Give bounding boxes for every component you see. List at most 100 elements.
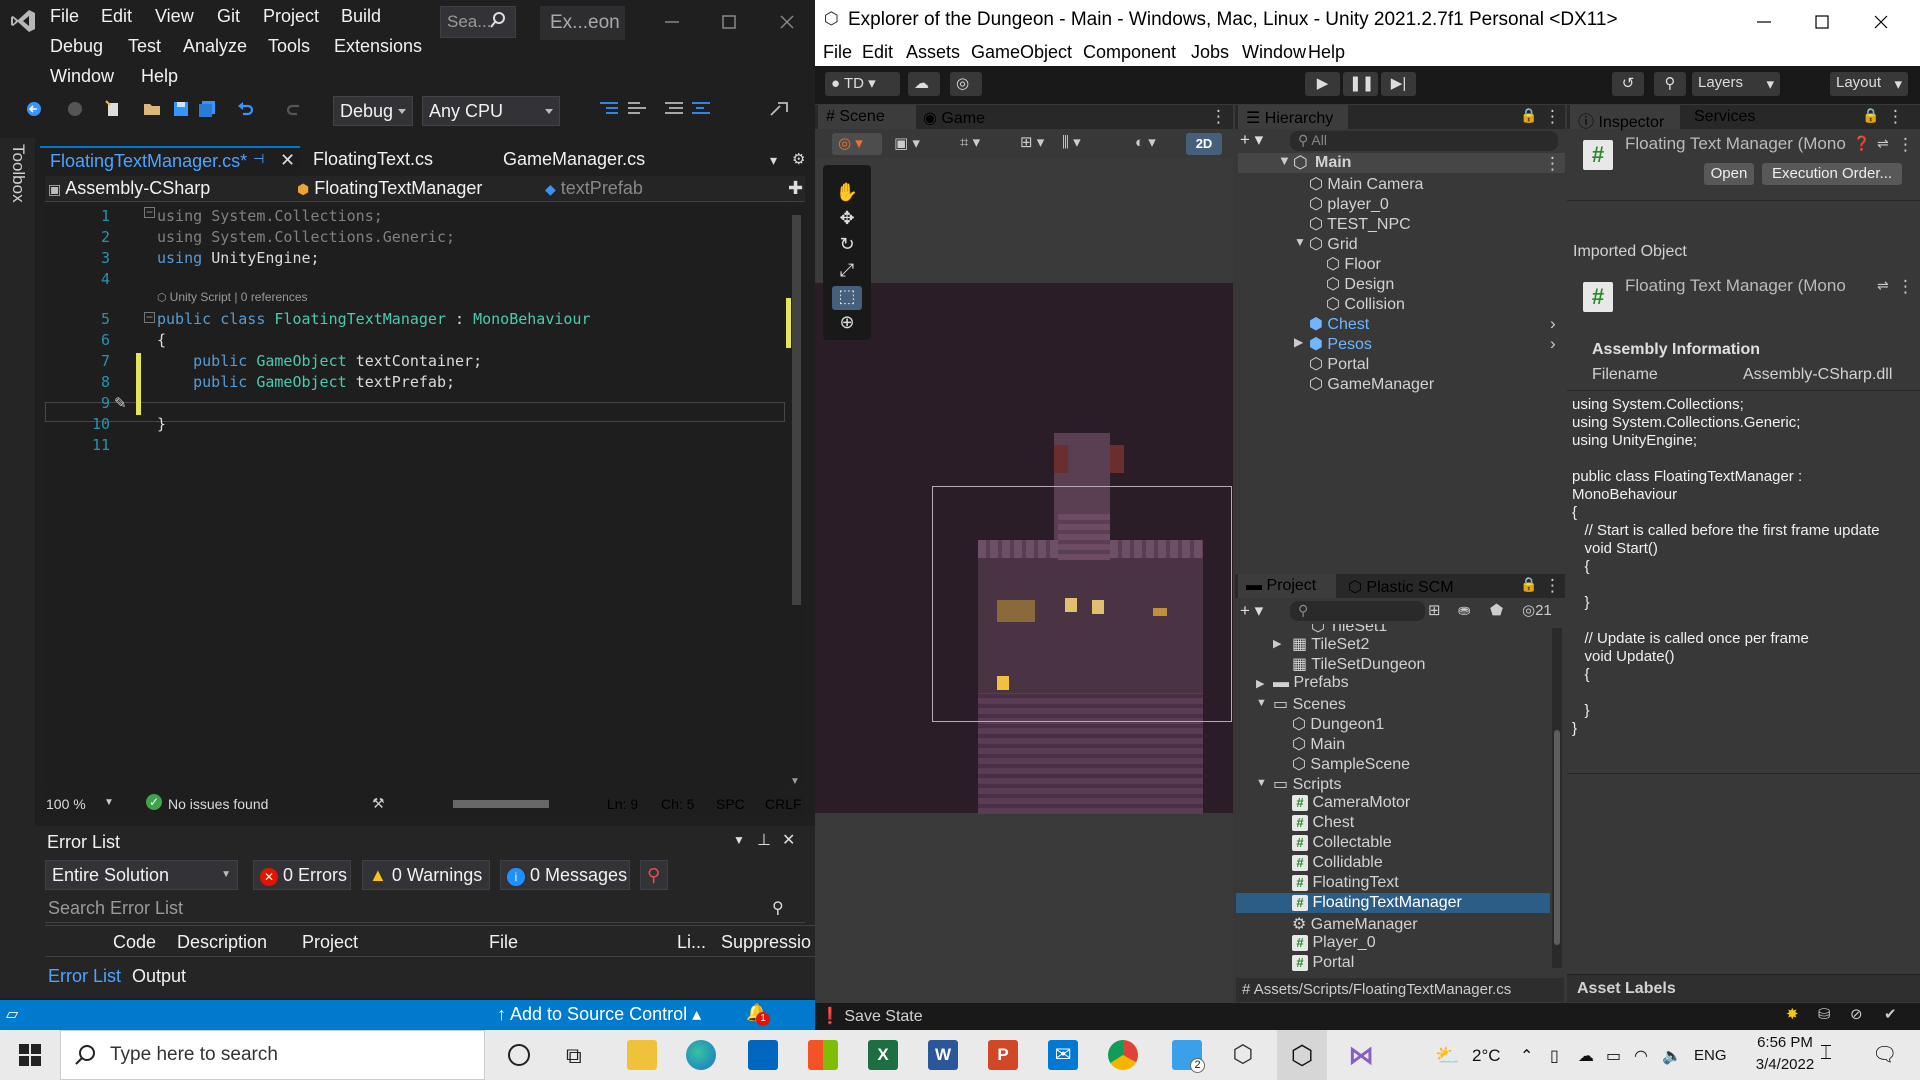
live-share-icon[interactable] bbox=[768, 100, 790, 118]
account-button[interactable]: ● TD ▾ bbox=[825, 72, 900, 96]
unity-menu-help[interactable]: Help bbox=[1308, 42, 1345, 63]
issues-status[interactable]: No issues found bbox=[168, 796, 268, 812]
hierarchy-item[interactable]: ⬡ TEST_NPC bbox=[1309, 214, 1411, 234]
wifi-icon[interactable]: ◠ bbox=[1634, 1046, 1648, 1066]
member-nav-combo[interactable]: ◆ textPrefab bbox=[545, 178, 780, 202]
expand-arrow-icon[interactable]: ▶ bbox=[1294, 335, 1303, 349]
grid-visibility-button[interactable]: ⫼ ▾ bbox=[1062, 133, 1107, 155]
close-icon[interactable] bbox=[1869, 10, 1893, 34]
hierarchy-item-main[interactable]: Main bbox=[1315, 154, 1351, 172]
hierarchy-item[interactable]: ⬡ Floor bbox=[1326, 254, 1381, 274]
project-item[interactable]: # Collidable bbox=[1292, 854, 1383, 872]
project-folder[interactable]: ▭ Scenes bbox=[1273, 694, 1346, 714]
messages-filter-button[interactable]: i 0 Messages bbox=[500, 860, 630, 890]
excel-icon[interactable]: X bbox=[868, 1040, 898, 1070]
quick-action-icon[interactable]: ✎ bbox=[114, 394, 127, 412]
horizontal-scrollbar[interactable] bbox=[453, 800, 549, 808]
class-nav-combo[interactable]: ⬢ FloatingTextManager bbox=[297, 178, 532, 202]
hierarchy-item-prefab[interactable]: ⬢ Chest bbox=[1309, 314, 1369, 334]
panel-dropdown-icon[interactable]: ▼ bbox=[733, 833, 745, 847]
solution-platform-combo[interactable]: Any CPU bbox=[422, 96, 560, 126]
layout-dropdown[interactable]: Layout ▾ bbox=[1830, 72, 1908, 96]
lock-icon[interactable]: 🔒 bbox=[1520, 107, 1537, 124]
collapse-class-icon[interactable]: − bbox=[144, 311, 155, 323]
hand-tool-icon[interactable]: ✋ bbox=[832, 182, 862, 206]
project-folder[interactable]: ▬ Prefabs bbox=[1273, 674, 1349, 692]
project-item[interactable]: # CameraMotor bbox=[1292, 794, 1410, 812]
outdent-icon[interactable] bbox=[626, 100, 648, 118]
zoom-dropdown-icon[interactable]: ▼ bbox=[104, 797, 114, 808]
mail-icon[interactable]: ✉ bbox=[1048, 1040, 1078, 1070]
scope-combo[interactable]: Entire Solution ▼ bbox=[45, 860, 238, 890]
onedrive-icon[interactable]: ☁ bbox=[1578, 1046, 1594, 1066]
project-item[interactable]: # Portal bbox=[1292, 954, 1354, 972]
project-nav-combo[interactable]: ▣ Assembly-CSharp bbox=[48, 178, 283, 202]
unity-hub-icon[interactable]: ⬡ bbox=[1228, 1040, 1258, 1070]
unity-menu-file[interactable]: File bbox=[823, 42, 852, 63]
tab-gamemanager[interactable]: GameManager.cs bbox=[493, 146, 663, 174]
vs-menu-test[interactable]: Test bbox=[128, 36, 161, 57]
indent-icon[interactable] bbox=[598, 100, 620, 118]
open-prefab-arrow-icon[interactable]: › bbox=[1550, 314, 1556, 334]
file-explorer-icon[interactable] bbox=[627, 1040, 657, 1070]
tab-inspector[interactable]: ⓘ Inspector bbox=[1570, 105, 1680, 131]
scene-camera-button[interactable]: ▣ ▾ bbox=[888, 133, 933, 155]
windows-start-icon[interactable] bbox=[18, 1043, 42, 1067]
unity-menu-jobs[interactable]: Jobs bbox=[1191, 42, 1229, 63]
project-scrollbar-thumb[interactable] bbox=[1554, 730, 1560, 945]
tray-device-icon[interactable]: ▯ bbox=[1550, 1046, 1559, 1066]
hierarchy-item-prefab[interactable]: ⬢ Pesos bbox=[1309, 334, 1372, 354]
2d-toggle-button[interactable]: 2D bbox=[1186, 133, 1222, 155]
pin-icon[interactable]: ⊣ bbox=[253, 151, 264, 167]
project-item-selected[interactable]: # FloatingTextManager bbox=[1292, 894, 1462, 912]
unity-editor-icon[interactable]: ⬡ bbox=[1287, 1040, 1317, 1070]
settings-gear-icon[interactable]: ⚙ bbox=[792, 150, 805, 168]
minimize-icon[interactable] bbox=[1752, 10, 1776, 34]
codelens-references[interactable]: ⬡ Unity Script | 0 references bbox=[157, 290, 308, 304]
cortana-icon[interactable] bbox=[508, 1044, 530, 1066]
project-item[interactable]: ▦ TileSet2 bbox=[1292, 634, 1369, 654]
collapse-arrow-icon[interactable]: ▼ bbox=[1256, 777, 1267, 789]
draw-mode-button[interactable]: ◎ ▾ bbox=[832, 133, 882, 155]
filter-icon[interactable]: ⚲ bbox=[640, 860, 668, 890]
column-indicator[interactable]: Ch: 5 bbox=[661, 796, 694, 812]
vs-solution-title[interactable]: Ex...eon bbox=[540, 6, 625, 40]
hidden-packages-button[interactable]: ◎21 bbox=[1522, 601, 1552, 619]
project-item[interactable]: # Chest bbox=[1292, 814, 1354, 832]
history-icon[interactable]: ↺ bbox=[1612, 72, 1644, 96]
panel-menu-icon[interactable]: ⋮ bbox=[1544, 576, 1561, 596]
vs-menu-git[interactable]: Git bbox=[217, 6, 240, 27]
toolbox-tab[interactable]: Toolbox bbox=[8, 144, 28, 203]
forward-icon[interactable] bbox=[66, 100, 84, 118]
volume-icon[interactable]: 🔈 bbox=[1662, 1046, 1682, 1066]
open-prefab-arrow-icon[interactable]: › bbox=[1550, 334, 1556, 354]
auto-generate-lighting-icon[interactable]: ⊘ bbox=[1850, 1005, 1863, 1023]
unity-menu-gameobject[interactable]: GameObject bbox=[971, 42, 1072, 63]
expand-arrow-icon[interactable]: ▼ bbox=[1278, 153, 1291, 168]
tab-hierarchy[interactable]: ☰ Hierarchy bbox=[1238, 105, 1348, 129]
column-project[interactable]: Project bbox=[302, 932, 358, 953]
visual-studio-icon[interactable]: ⋈ bbox=[1346, 1040, 1376, 1070]
cache-server-icon[interactable]: ⛁ bbox=[1818, 1005, 1831, 1023]
search-icon[interactable]: ⚲ bbox=[772, 898, 784, 918]
unity-menu-window[interactable]: Window bbox=[1242, 42, 1306, 63]
project-item[interactable]: # Collectable bbox=[1292, 834, 1392, 852]
close-tab-icon[interactable]: ✕ bbox=[280, 150, 295, 171]
hierarchy-item[interactable]: ⬡ Portal bbox=[1309, 354, 1369, 374]
word-icon[interactable]: W bbox=[928, 1040, 958, 1070]
add-object-button[interactable]: + ▾ bbox=[1240, 130, 1263, 150]
chrome-icon[interactable] bbox=[1108, 1040, 1138, 1070]
project-item[interactable]: ⬡ Main bbox=[1292, 734, 1345, 754]
expand-arrow-icon[interactable]: ▶ bbox=[1273, 637, 1281, 650]
expand-arrow-icon[interactable]: ▶ bbox=[1256, 677, 1264, 690]
tab-project[interactable]: ▬ Project bbox=[1238, 574, 1336, 598]
errors-filter-button[interactable]: ✕ 0 Errors bbox=[253, 860, 351, 890]
open-button[interactable]: Open bbox=[1704, 163, 1754, 185]
input-language[interactable]: ENG bbox=[1694, 1047, 1727, 1064]
vs-menu-extensions[interactable]: Extensions bbox=[334, 36, 422, 57]
hierarchy-item[interactable]: ⬡ Grid bbox=[1309, 234, 1358, 254]
help-icon[interactable]: ❓ bbox=[1853, 135, 1870, 152]
whitespace-indicator[interactable]: SPC bbox=[716, 796, 745, 812]
comment-icon[interactable] bbox=[663, 100, 685, 118]
hierarchy-item[interactable]: ⬡ Collision bbox=[1326, 294, 1405, 314]
